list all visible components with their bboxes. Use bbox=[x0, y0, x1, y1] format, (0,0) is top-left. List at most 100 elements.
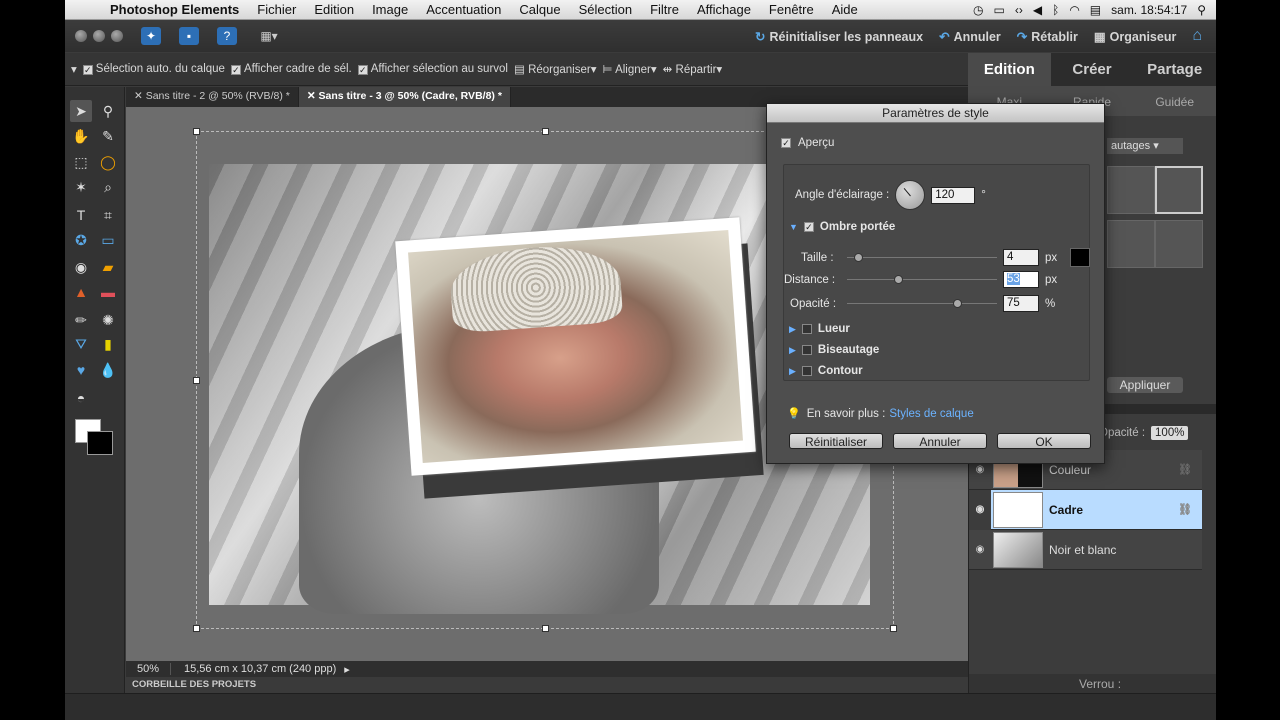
zoom-window-button[interactable] bbox=[111, 30, 123, 42]
type-tool-icon[interactable]: T bbox=[70, 204, 92, 226]
layer-styles-link[interactable]: Styles de calque bbox=[889, 408, 973, 420]
red-eye-tool-icon[interactable]: ◉ bbox=[70, 256, 92, 278]
link-icon[interactable]: ⛓ bbox=[1178, 503, 1202, 516]
wifi-icon[interactable]: ◠ bbox=[1069, 3, 1079, 17]
link-icon[interactable]: ⛓ bbox=[1178, 463, 1202, 476]
show-hover-checkbox[interactable]: ✓ Afficher sélection au survol bbox=[357, 63, 508, 75]
menu-accentuation[interactable]: Accentuation bbox=[417, 2, 510, 17]
reset-panels-button[interactable]: ↻ Réinitialiser les panneaux bbox=[755, 29, 923, 44]
gradient-tool-icon[interactable]: ▮ bbox=[97, 333, 119, 355]
smart-brush-tool-icon[interactable]: ✺ bbox=[97, 309, 119, 331]
project-bin-label[interactable]: CORBEILLE DES PROJETS bbox=[132, 679, 256, 690]
blur-tool-icon[interactable]: 💧 bbox=[97, 359, 119, 381]
paint-bucket-tool-icon[interactable]: ⛛ bbox=[70, 333, 92, 355]
spotlight-icon[interactable]: ⚲ bbox=[1197, 3, 1206, 17]
menu-selection[interactable]: Sélection bbox=[570, 2, 641, 17]
menu-filtre[interactable]: Filtre bbox=[641, 2, 688, 17]
flag-icon[interactable]: ▤ bbox=[1090, 3, 1101, 17]
background-color-swatch[interactable] bbox=[87, 431, 113, 455]
move-tool-icon[interactable]: ➤ bbox=[70, 100, 92, 122]
magic-wand-tool-icon[interactable]: ✶ bbox=[70, 176, 92, 198]
display-icon[interactable]: ▭ bbox=[994, 3, 1005, 17]
eye-icon[interactable]: ◉ bbox=[969, 544, 991, 555]
save-icon[interactable]: ▪ bbox=[179, 27, 199, 45]
quick-selection-tool-icon[interactable]: ⌕ bbox=[97, 176, 119, 198]
menu-app-name[interactable]: Photoshop Elements bbox=[101, 2, 248, 17]
code-icon[interactable]: ‹› bbox=[1015, 3, 1023, 17]
straighten-tool-icon[interactable]: ▭ bbox=[97, 229, 119, 251]
reset-button[interactable]: Réinitialiser bbox=[789, 433, 883, 449]
brush-tool-icon[interactable]: ✏ bbox=[70, 309, 92, 331]
menu-edition[interactable]: Edition bbox=[305, 2, 363, 17]
healing-brush-tool-icon[interactable]: ▰ bbox=[97, 256, 119, 278]
align-dropdown[interactable]: ⊨ Aligner▾ bbox=[603, 62, 657, 76]
organizer-button[interactable]: ▦ Organiseur bbox=[1094, 29, 1177, 44]
size-input[interactable]: 4 bbox=[1003, 249, 1039, 266]
time-machine-icon[interactable]: ◷ bbox=[973, 3, 983, 17]
zoom-level[interactable]: 50% bbox=[126, 663, 171, 675]
crop-tool-icon[interactable]: ⌗ bbox=[97, 204, 119, 226]
volume-icon[interactable]: ◀ bbox=[1033, 3, 1042, 17]
layer-opacity-field[interactable]: 100% bbox=[1151, 426, 1189, 440]
opacity-input[interactable]: 75 bbox=[1003, 295, 1039, 312]
transform-handle[interactable] bbox=[193, 377, 200, 384]
opacity-slider[interactable] bbox=[847, 299, 997, 308]
sponge-tool-icon[interactable]: ◓ bbox=[70, 387, 92, 409]
marquee-tool-icon[interactable]: ⬚ bbox=[70, 151, 92, 173]
preview-checkbox[interactable]: ✓ Aperçu bbox=[781, 137, 834, 149]
expand-triangle-icon[interactable]: ▼ bbox=[789, 222, 798, 232]
menu-aide[interactable]: Aide bbox=[823, 2, 867, 17]
tool-preset-dropdown[interactable]: ▾ bbox=[71, 62, 77, 76]
stroke-checkbox[interactable] bbox=[801, 366, 812, 376]
shadow-color-swatch[interactable] bbox=[1070, 248, 1091, 267]
hand-tool-icon[interactable]: ✋ bbox=[70, 125, 92, 147]
expand-triangle-icon[interactable]: ▶ bbox=[789, 324, 796, 335]
menu-fichier[interactable]: Fichier bbox=[248, 2, 305, 17]
bluetooth-icon[interactable]: ᛒ bbox=[1052, 3, 1059, 17]
undo-button[interactable]: ↶ Annuler bbox=[939, 29, 1001, 44]
stamp-tool-icon[interactable]: ▲ bbox=[70, 281, 92, 303]
transform-handle[interactable] bbox=[542, 625, 549, 632]
eye-icon[interactable]: ◉ bbox=[969, 464, 991, 475]
distance-input[interactable]: 53 bbox=[1003, 271, 1039, 288]
custom-shape-tool-icon[interactable]: ♥ bbox=[70, 359, 92, 381]
eraser-tool-icon[interactable]: ▬ bbox=[97, 281, 119, 303]
new-file-icon[interactable]: ✦ bbox=[141, 27, 161, 45]
tab-edition[interactable]: Edition bbox=[968, 53, 1051, 86]
effect-thumbnail[interactable] bbox=[1107, 166, 1155, 214]
tab-creer[interactable]: Créer bbox=[1051, 53, 1134, 86]
arrange-dropdown[interactable]: ▤ Réorganiser▾ bbox=[514, 62, 597, 76]
slider-knob[interactable] bbox=[854, 253, 864, 262]
menu-fenetre[interactable]: Fenêtre bbox=[760, 2, 823, 17]
menu-calque[interactable]: Calque bbox=[510, 2, 569, 17]
expand-triangle-icon[interactable]: ▶ bbox=[789, 345, 796, 356]
redo-button[interactable]: ↷ Rétablir bbox=[1017, 29, 1078, 44]
effect-thumbnail[interactable] bbox=[1107, 220, 1155, 268]
close-window-button[interactable] bbox=[75, 30, 87, 42]
angle-dial[interactable] bbox=[895, 180, 926, 210]
drop-shadow-checkbox[interactable]: ✓ bbox=[803, 222, 814, 232]
home-icon[interactable]: ⌂ bbox=[1192, 27, 1202, 45]
bevel-checkbox[interactable] bbox=[801, 345, 812, 355]
effect-thumbnail[interactable] bbox=[1155, 220, 1203, 268]
cancel-button[interactable]: Annuler bbox=[893, 433, 987, 449]
transform-handle[interactable] bbox=[542, 128, 549, 135]
slider-knob[interactable] bbox=[893, 275, 903, 284]
angle-input[interactable]: 120 bbox=[931, 186, 976, 204]
effect-thumbnail[interactable] bbox=[1155, 166, 1203, 214]
minimize-window-button[interactable] bbox=[93, 30, 105, 42]
zoom-tool-icon[interactable]: ⚲ bbox=[97, 100, 119, 122]
auto-select-checkbox[interactable]: ✓ Sélection auto. du calque bbox=[82, 63, 225, 75]
status-menu-icon[interactable]: ▸ bbox=[344, 663, 350, 676]
menu-affichage[interactable]: Affichage bbox=[688, 2, 760, 17]
ok-button[interactable]: OK bbox=[997, 433, 1091, 449]
show-bbox-checkbox[interactable]: ✓ Afficher cadre de sél. bbox=[230, 63, 352, 75]
close-icon[interactable]: ✕ bbox=[134, 90, 146, 102]
transform-handle[interactable] bbox=[890, 625, 897, 632]
layer-noir-et-blanc[interactable]: ◉ Noir et blanc bbox=[969, 530, 1202, 570]
apply-button[interactable]: Appliquer bbox=[1107, 377, 1183, 393]
distribute-dropdown[interactable]: ⇹ Répartir▾ bbox=[663, 62, 723, 76]
doc-tab-2[interactable]: ✕ Sans titre - 3 @ 50% (Cadre, RVB/8) * bbox=[298, 87, 511, 107]
slider-knob[interactable] bbox=[952, 299, 962, 308]
clock[interactable]: sam. 18:54:17 bbox=[1111, 3, 1187, 17]
